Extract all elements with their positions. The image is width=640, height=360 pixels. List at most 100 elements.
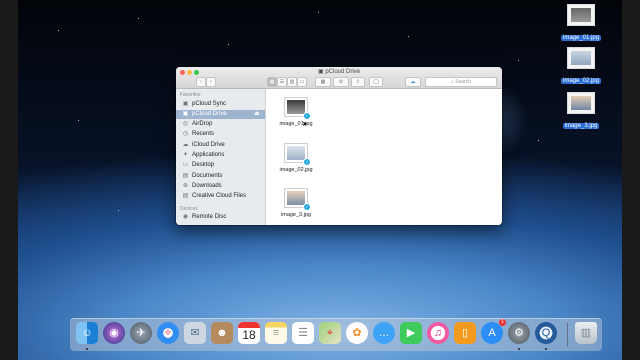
star — [58, 30, 59, 31]
sidebar-item-pcloud-drive[interactable]: ▣ pCloud Drive ⏏ — [176, 110, 265, 119]
calendar-day: 18 — [242, 328, 256, 342]
sidebar: Favorites ▣ pCloud Sync ▣ pCloud Drive ⏏… — [176, 89, 266, 225]
desktop-file-image-01[interactable]: image_01.jpg — [561, 4, 602, 44]
ibooks-app-icon[interactable]: ▯ — [454, 322, 476, 344]
document-icon: ▤ — [182, 173, 189, 179]
siri-icon: ◉ — [109, 327, 119, 339]
sync-check-icon: ✓ — [303, 203, 311, 211]
desktop-file-label: image_01.jpg — [561, 35, 602, 41]
drive-icon: ▣ — [182, 101, 189, 107]
sidebar-item-pcloud-sync[interactable]: ▣ pCloud Sync — [176, 100, 265, 109]
sync-check-icon: ✓ — [303, 158, 311, 166]
sidebar-item-icloud-drive[interactable]: ☁ iCloud Drive — [176, 141, 265, 150]
app-store-app-icon[interactable]: A 1 — [481, 319, 506, 344]
desktop-file-image-3[interactable]: image_3.jpg — [561, 92, 601, 132]
sync-check-icon: ✓ — [303, 112, 311, 120]
dropbox-button[interactable]: ☁ — [405, 77, 421, 87]
contacts-app-icon[interactable]: ☻ — [211, 322, 233, 344]
disc-icon: ◉ — [182, 214, 189, 220]
reminders-app-icon[interactable]: ☰ — [292, 322, 314, 344]
share-button[interactable]: ⇪ — [351, 77, 365, 87]
trash-icon: ▥ — [580, 327, 592, 339]
eject-icon[interactable]: ⏏ — [254, 110, 260, 119]
sidebar-item-label: iCloud Drive — [192, 142, 225, 148]
maps-app-icon[interactable]: ⌖ — [319, 322, 341, 344]
sidebar-item-recents[interactable]: ◷ Recents — [176, 130, 265, 139]
sidebar-item-applications[interactable]: ✦ Applications — [176, 151, 265, 160]
sidebar-item-creative-cloud-files[interactable]: ▤ Creative Cloud Files — [176, 192, 265, 201]
airdrop-icon: ◎ — [182, 121, 189, 127]
notification-badge: 1 — [499, 319, 506, 326]
sidebar-item-label: AirDrop — [192, 121, 213, 127]
image-thumbnail — [567, 92, 595, 114]
safari-app-icon[interactable]: ✧ — [157, 322, 179, 344]
desktop-file-image-02[interactable]: image_02.jpg — [561, 47, 602, 87]
view-list-button[interactable]: ☰ — [277, 77, 287, 87]
rocket-icon: ✈ — [136, 327, 146, 339]
photos-app-icon[interactable]: ✿ — [346, 322, 368, 344]
facetime-app-icon[interactable]: ▶ — [400, 322, 422, 344]
desktop-icon: ▭ — [182, 162, 189, 168]
tags-button[interactable]: ◯ — [369, 77, 383, 87]
notes-icon: ≡ — [272, 327, 280, 339]
sidebar-item-airdrop[interactable]: ◎ AirDrop — [176, 120, 265, 129]
view-icons-button[interactable]: ▦ — [267, 77, 277, 87]
star — [138, 18, 139, 19]
mail-stamp-app-icon[interactable]: ✉ — [184, 322, 206, 344]
folder-icon: ▤ — [182, 193, 189, 199]
file-item-image-3[interactable]: ✓ image_3.jpg — [272, 188, 320, 218]
star — [318, 12, 319, 13]
star — [78, 120, 79, 121]
music-note-icon: ♫ — [433, 327, 443, 339]
mouse-cursor-icon: ➤ — [302, 121, 308, 128]
trash-app-icon[interactable]: ▥ — [575, 322, 597, 344]
notes-app-icon[interactable]: ≡ — [265, 322, 287, 344]
sidebar-item-desktop[interactable]: ▭ Desktop — [176, 161, 265, 170]
running-indicator — [518, 348, 520, 350]
sidebar-item-downloads[interactable]: ⊕ Downloads — [176, 182, 265, 191]
video-camera-icon: ▶ — [406, 327, 416, 339]
forward-button[interactable]: › — [206, 77, 216, 87]
launchpad-app-icon[interactable]: ✈ — [130, 322, 152, 344]
calendar-app-icon[interactable]: 18 — [238, 322, 260, 344]
file-item-image-01[interactable]: ✓ image_01.jpg — [272, 97, 320, 127]
sidebar-item-label: Desktop — [192, 162, 215, 168]
action-gear-button[interactable]: ⚙ — [333, 77, 349, 87]
sidebar-item-label: Documents — [192, 173, 223, 179]
messages-app-icon[interactable]: … — [373, 322, 395, 344]
desktop-file-label: image_02.jpg — [561, 78, 602, 84]
finder-window: ▣ pCloud Drive ‹ › ▦ ☰ ▥ ▭ ▦ ⚙ ⇪ ◯ ☁ ⌕ S… — [176, 67, 502, 225]
sidebar-item-label: Recents — [192, 131, 215, 137]
file-item-image-02[interactable]: ✓ image_02.jpg — [272, 143, 320, 173]
sidebar-item-documents[interactable]: ▤ Documents — [176, 172, 265, 181]
download-icon: ⊕ — [182, 183, 189, 189]
star — [518, 60, 519, 61]
sidebar-item-label: Downloads — [192, 183, 222, 189]
quicktime-app-icon[interactable]: Q — [535, 322, 557, 344]
view-gallery-button[interactable]: ▭ — [297, 77, 307, 87]
itunes-app-icon[interactable]: ♫ — [427, 322, 449, 344]
group-button[interactable]: ▦ — [315, 77, 331, 87]
view-columns-button[interactable]: ▥ — [287, 77, 297, 87]
sidebar-section-favorites: Favorites — [180, 92, 201, 98]
running-indicator — [545, 348, 547, 350]
sidebar-item-remote-disc[interactable]: ◉ Remote Disc — [176, 213, 265, 222]
sidebar-item-label: pCloud Drive — [192, 111, 227, 117]
back-button[interactable]: ‹ — [196, 77, 206, 87]
sidebar-section-devices: Devices — [180, 206, 198, 212]
finder-icon: ☺ — [81, 327, 93, 339]
system-preferences-app-icon[interactable]: ⚙ — [508, 322, 530, 344]
compass-icon: ✧ — [163, 327, 173, 339]
dock-separator — [567, 323, 568, 347]
image-thumbnail: ✓ — [284, 188, 311, 211]
file-name: image_01.jpg — [279, 121, 313, 127]
speech-bubble-icon: … — [378, 327, 390, 339]
contacts-icon: ☻ — [216, 327, 228, 339]
desktop-file-label: image_3.jpg — [562, 123, 600, 129]
window-titlebar[interactable]: ▣ pCloud Drive ‹ › ▦ ☰ ▥ ▭ ▦ ⚙ ⇪ ◯ ☁ ⌕ S… — [176, 67, 502, 89]
search-input[interactable]: ⌕ Search — [425, 77, 497, 87]
sidebar-item-label: pCloud Sync — [192, 101, 227, 107]
siri-app-icon[interactable]: ◉ — [103, 322, 125, 344]
finder-app-icon[interactable]: ☺ — [76, 322, 98, 344]
stamp-icon: ✉ — [190, 327, 200, 339]
